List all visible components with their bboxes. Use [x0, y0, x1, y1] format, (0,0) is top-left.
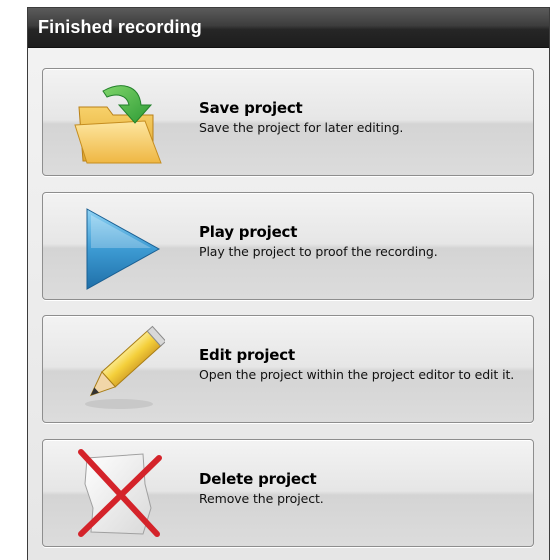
- edit-project-button[interactable]: Edit project Open the project within the…: [42, 315, 534, 423]
- delete-project-title: Delete project: [199, 470, 317, 488]
- delete-icon: [78, 449, 162, 537]
- folder-save-icon: [74, 85, 162, 164]
- play-project-description: Play the project to proof the recording.: [199, 244, 438, 259]
- save-project-title: Save project: [199, 99, 303, 117]
- play-project-button[interactable]: Play project Play the project to proof t…: [42, 192, 534, 300]
- title-bar: Finished recording: [28, 8, 549, 48]
- delete-project-button[interactable]: Delete project Remove the project.: [42, 439, 534, 547]
- finished-recording-dialog: Finished recording Save project Save the…: [27, 7, 550, 560]
- edit-project-description: Open the project within the project edit…: [199, 367, 515, 382]
- play-icon: [86, 208, 161, 290]
- edit-project-title: Edit project: [199, 346, 295, 364]
- play-project-title: Play project: [199, 223, 298, 241]
- save-project-button[interactable]: Save project Save the project for later …: [42, 68, 534, 176]
- save-project-description: Save the project for later editing.: [199, 120, 404, 135]
- dialog-title: Finished recording: [38, 17, 202, 37]
- dialog-content: Save project Save the project for later …: [28, 48, 549, 560]
- pencil-icon: [85, 325, 165, 409]
- delete-project-description: Remove the project.: [199, 491, 324, 506]
